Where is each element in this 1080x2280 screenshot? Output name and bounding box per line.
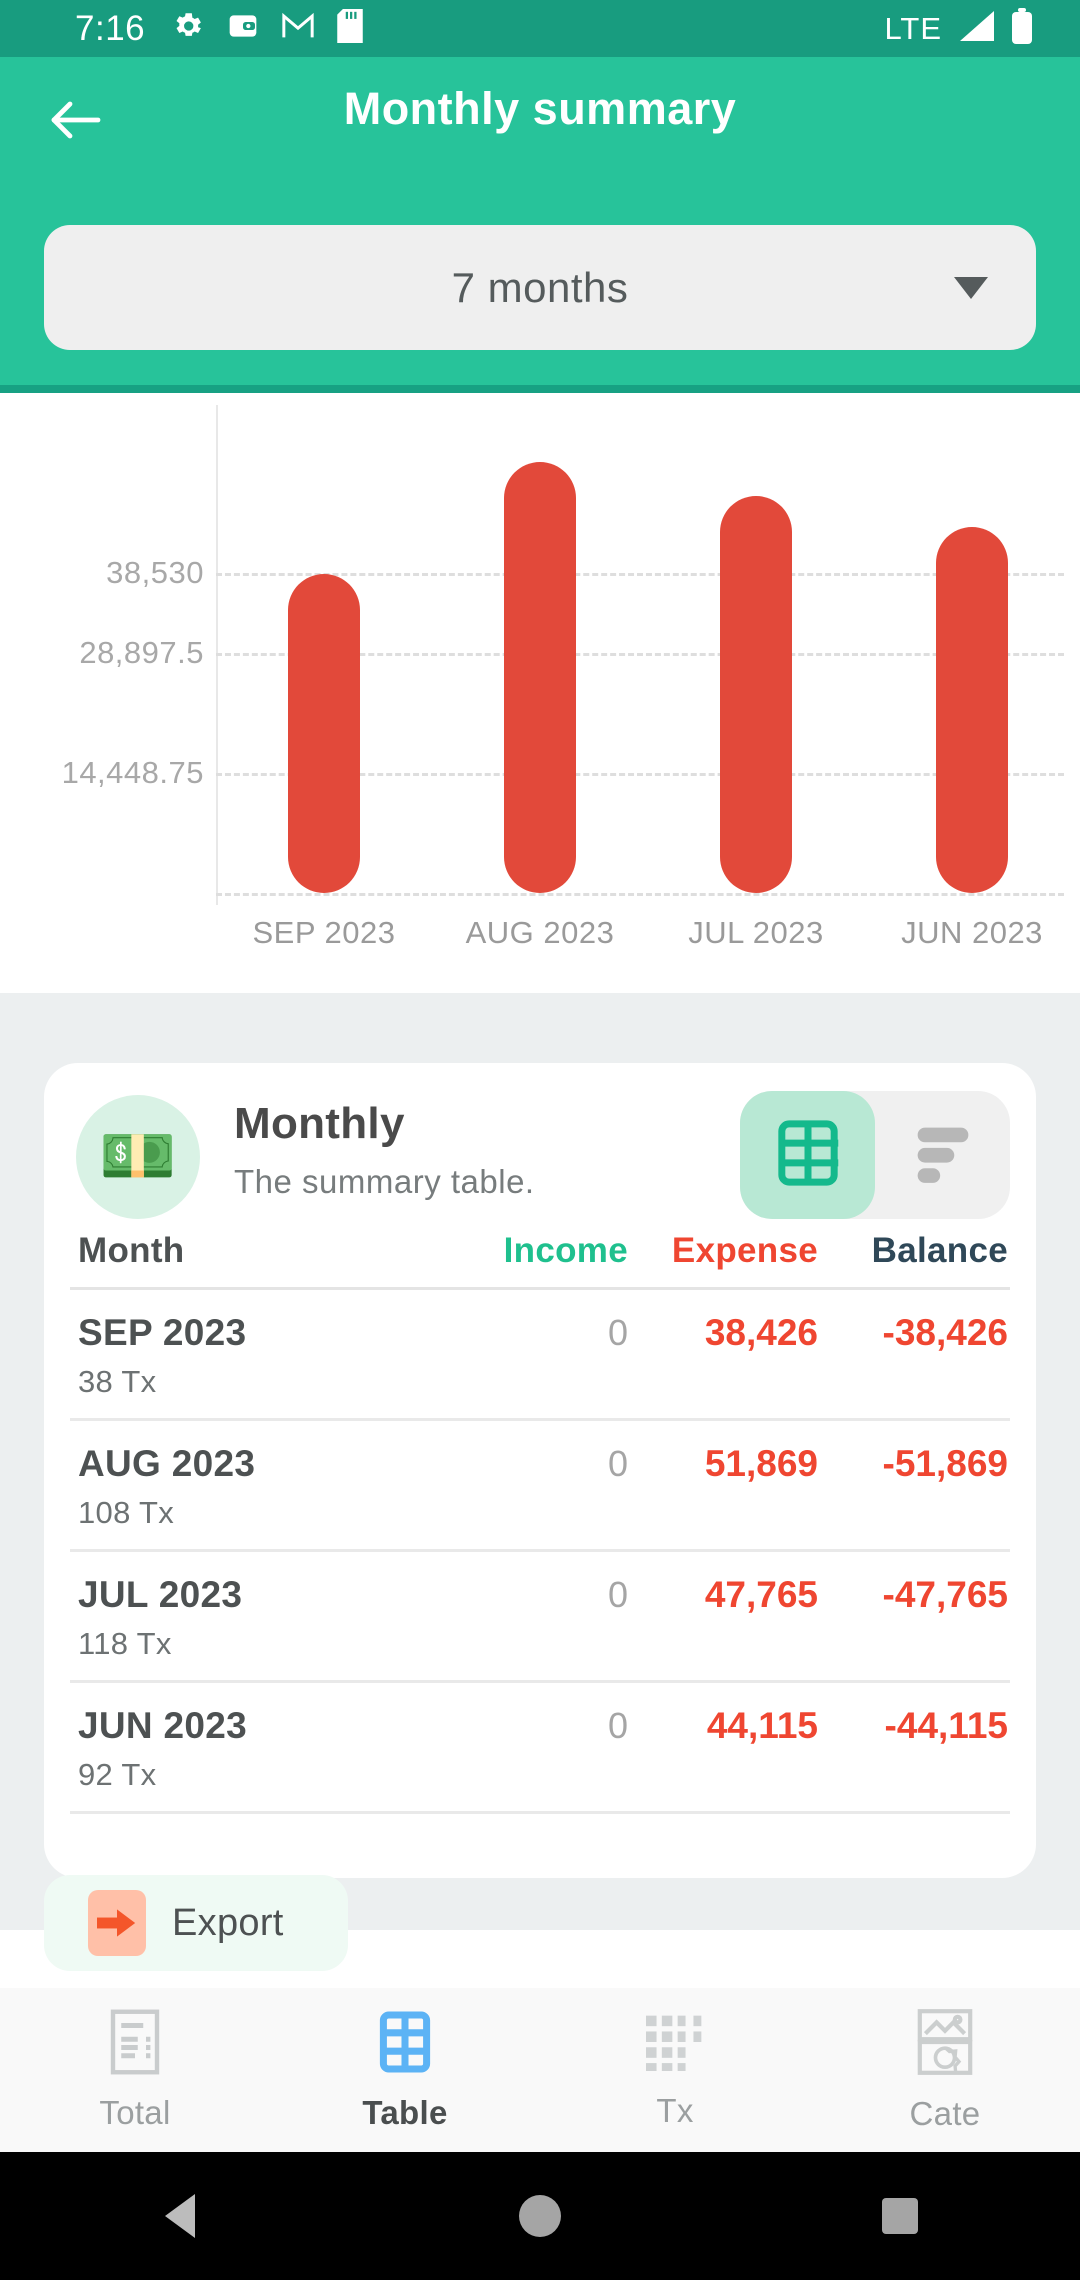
export-button[interactable]: Export bbox=[44, 1875, 348, 1971]
column-header-income: Income bbox=[503, 1231, 628, 1270]
month-range-dropdown[interactable]: 7 months bbox=[44, 225, 1036, 350]
page-title: Monthly summary bbox=[343, 83, 737, 134]
x-tick-label: AUG 2023 bbox=[465, 915, 615, 950]
table-row[interactable]: SEP 2023 0 38,426 -38,426 38 Tx bbox=[70, 1290, 1010, 1421]
bottom-navigation-bar: Total Table Tx Cate bbox=[0, 1988, 1080, 2152]
chart-canvas: 38,530 28,897.5 14,448.75 SEP 2023 AUG 20… bbox=[0, 393, 1080, 993]
y-tick-label: 38,530 bbox=[106, 555, 204, 590]
monthly-summary-card: 💵 Monthly The summary table. Month Incom… bbox=[44, 1063, 1036, 1878]
triangle-back-icon bbox=[165, 2194, 195, 2238]
cell-expense: 44,115 bbox=[706, 1705, 818, 1746]
cell-income: 0 bbox=[607, 1443, 628, 1484]
column-header-month: Month bbox=[78, 1231, 185, 1270]
money-banknotes-emoji-icon: 💵 bbox=[76, 1095, 200, 1219]
bottom-nav-label: Table bbox=[362, 2093, 448, 2131]
dotted-list-icon bbox=[646, 2011, 704, 2078]
card-header: 💵 Monthly The summary table. bbox=[44, 1063, 1036, 1223]
table-view-toggle-button[interactable] bbox=[740, 1091, 875, 1219]
android-navigation-bar bbox=[0, 2152, 1080, 2280]
expense-bar-chart[interactable]: 38,530 28,897.5 14,448.75 SEP 2023 AUG 20… bbox=[0, 393, 1080, 993]
column-header-expense: Expense bbox=[671, 1231, 818, 1270]
bottom-nav-item-cate[interactable]: Cate bbox=[810, 1988, 1080, 2152]
list-view-toggle-button[interactable] bbox=[875, 1091, 1010, 1219]
table-grid-icon bbox=[776, 1118, 840, 1193]
cell-income: 0 bbox=[607, 1705, 628, 1746]
table-row[interactable]: AUG 2023 0 51,869 -51,869 108 Tx bbox=[70, 1421, 1010, 1552]
square-recents-icon bbox=[882, 2198, 918, 2234]
bottom-nav-item-table[interactable]: Table bbox=[270, 1988, 540, 2152]
chart-bars bbox=[216, 393, 1080, 893]
cell-month: SEP 2023 bbox=[78, 1312, 247, 1353]
circle-home-icon bbox=[519, 2195, 561, 2237]
money-emoji-glyph: 💵 bbox=[99, 1122, 177, 1191]
export-arrow-icon bbox=[88, 1890, 146, 1956]
category-image-icon bbox=[917, 2008, 973, 2081]
summary-table: Month Income Expense Balance SEP 2023 0 38… bbox=[70, 1231, 1010, 1814]
column-header-balance: Balance bbox=[871, 1231, 1008, 1270]
table-body: SEP 2023 0 38,426 -38,426 38 Tx AUG 2023 0 51,8… bbox=[70, 1290, 1010, 1814]
cell-balance: -44,115 bbox=[884, 1705, 1008, 1746]
table-row[interactable]: JUL 2023 0 47,765 -47,765 118 Tx bbox=[70, 1552, 1010, 1683]
network-type-label: LTE bbox=[884, 10, 942, 46]
card-title: Monthly bbox=[234, 1099, 405, 1148]
cell-transaction-count: 38 Tx bbox=[78, 1364, 157, 1399]
cell-month: AUG 2023 bbox=[78, 1443, 256, 1484]
gear-icon bbox=[171, 9, 205, 48]
cell-month: JUN 2023 bbox=[78, 1705, 248, 1746]
bar-list-icon bbox=[914, 1122, 972, 1189]
view-mode-toggle[interactable] bbox=[740, 1091, 1010, 1219]
document-icon bbox=[107, 2009, 163, 2080]
chart-bar[interactable] bbox=[936, 526, 1008, 893]
cell-transaction-count: 108 Tx bbox=[78, 1495, 175, 1530]
status-bar: 7:16 LTE bbox=[0, 0, 1080, 57]
status-bar-notification-icons bbox=[171, 9, 363, 48]
signal-icon bbox=[956, 9, 996, 48]
table-header-row: Month Income Expense Balance bbox=[70, 1231, 1010, 1290]
x-tick-label: SEP 2023 bbox=[252, 915, 396, 950]
y-tick-label: 28,897.5 bbox=[79, 635, 204, 670]
month-range-value: 7 months bbox=[451, 263, 629, 311]
cell-expense: 51,869 bbox=[704, 1443, 818, 1484]
bottom-nav-label: Total bbox=[99, 2093, 171, 2131]
cell-transaction-count: 118 Tx bbox=[78, 1626, 172, 1661]
chart-y-tick-labels: 38,530 28,897.5 14,448.75 bbox=[0, 393, 204, 913]
sd-card-icon bbox=[337, 9, 363, 48]
chart-bar[interactable] bbox=[288, 573, 360, 893]
android-home-button[interactable] bbox=[480, 2152, 600, 2280]
chart-bar[interactable] bbox=[504, 462, 576, 893]
cell-balance: -51,869 bbox=[882, 1443, 1009, 1484]
chart-bar[interactable] bbox=[720, 496, 792, 893]
table-grid-icon bbox=[378, 2009, 432, 2080]
app-header: Monthly summary 7 months bbox=[0, 57, 1080, 392]
table-row[interactable]: JUN 2023 0 44,115 -44,115 92 Tx bbox=[70, 1683, 1010, 1814]
cell-income: 0 bbox=[607, 1312, 628, 1353]
header-divider bbox=[0, 385, 1080, 393]
cell-balance: -47,765 bbox=[882, 1574, 1009, 1615]
cell-balance: -38,426 bbox=[882, 1312, 1009, 1353]
cell-month: JUL 2023 bbox=[78, 1574, 243, 1615]
header-top-row: Monthly summary bbox=[0, 57, 1080, 182]
status-bar-clock: 7:16 bbox=[75, 8, 146, 48]
chart-baseline bbox=[216, 893, 1064, 896]
chevron-down-icon bbox=[954, 276, 988, 299]
export-label: Export bbox=[172, 1901, 284, 1944]
x-tick-label: JUN 2023 bbox=[901, 915, 1043, 950]
y-tick-label: 14,448.75 bbox=[61, 755, 204, 790]
gmail-icon bbox=[281, 11, 315, 46]
bottom-nav-item-tx[interactable]: Tx bbox=[540, 1988, 810, 2152]
android-recents-button[interactable] bbox=[840, 2152, 960, 2280]
cell-expense: 47,765 bbox=[704, 1574, 818, 1615]
bottom-nav-item-total[interactable]: Total bbox=[0, 1988, 270, 2152]
x-tick-label: JUL 2023 bbox=[688, 915, 824, 950]
android-back-button[interactable] bbox=[120, 2152, 240, 2280]
bottom-nav-label: Tx bbox=[656, 2091, 694, 2129]
status-bar-system-icons: LTE bbox=[884, 8, 1034, 49]
wallet-icon bbox=[227, 10, 259, 47]
cell-expense: 38,426 bbox=[704, 1312, 818, 1353]
card-subtitle: The summary table. bbox=[234, 1163, 535, 1200]
cell-transaction-count: 92 Tx bbox=[78, 1757, 157, 1792]
battery-full-icon bbox=[1010, 8, 1034, 49]
cell-income: 0 bbox=[607, 1574, 628, 1615]
bottom-nav-label: Cate bbox=[909, 2094, 981, 2132]
